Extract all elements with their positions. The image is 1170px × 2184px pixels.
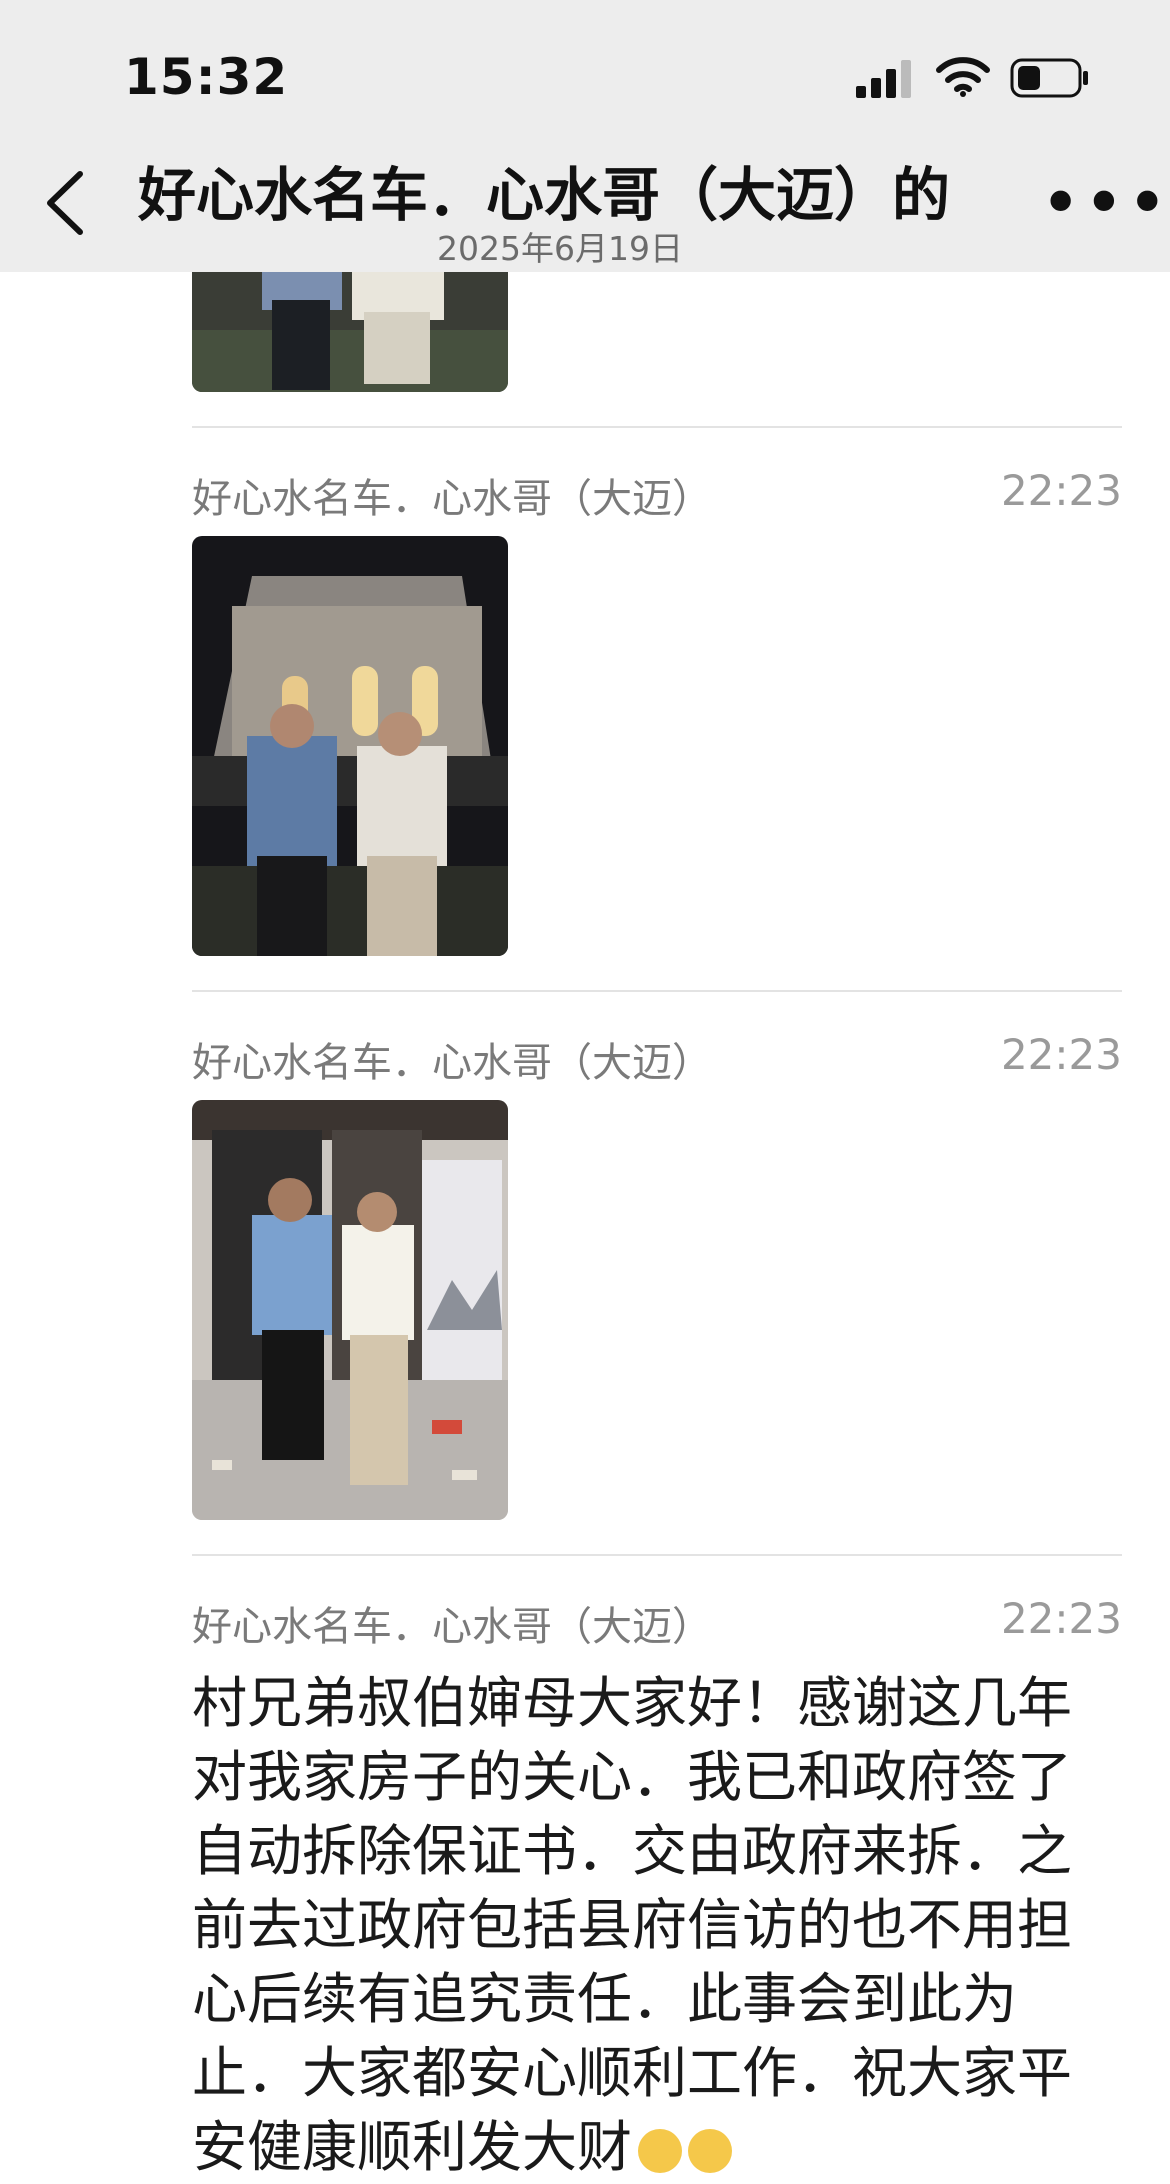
message-sender: 好心水名车．心水哥（大迈） — [192, 1040, 712, 1086]
wifi-icon — [936, 57, 990, 97]
emoji-icon — [688, 2128, 733, 2173]
chat-date: 2025年6月19日 — [437, 229, 683, 268]
message-divider — [192, 426, 1122, 428]
message-time: 22:23 — [1000, 1030, 1122, 1079]
message-divider — [192, 1554, 1122, 1556]
battery-icon — [1010, 58, 1088, 98]
message-time: 22:23 — [1000, 466, 1122, 515]
more-options-button[interactable]: ••• — [1040, 168, 1168, 238]
message-photo-interior[interactable] — [192, 1100, 508, 1520]
message-text-content: 村兄弟叔伯婶母大家好！感谢这几年对我家房子的关心．我已和政府签了自动拆除保证书．… — [192, 1671, 1073, 2179]
message-photo-night-house[interactable] — [192, 536, 508, 956]
emoji-icon — [638, 2128, 683, 2173]
message-divider — [192, 990, 1122, 992]
message-text: 村兄弟叔伯婶母大家好！感谢这几年对我家房子的关心．我已和政府签了自动拆除保证书．… — [192, 1666, 1122, 2184]
message-sender: 好心水名车．心水哥（大迈） — [192, 476, 712, 522]
chat-header: 15:32 好心水名车．心水哥（大迈）的 2025年6月19日 ••• — [0, 0, 1170, 272]
status-time: 15:32 — [124, 48, 289, 106]
message-sender: 好心水名车．心水哥（大迈） — [192, 1604, 712, 1650]
message-time: 22:23 — [1000, 1594, 1122, 1643]
cellular-signal-icon — [856, 60, 911, 98]
chat-title: 好心水名车．心水哥（大迈）的 — [138, 161, 951, 229]
